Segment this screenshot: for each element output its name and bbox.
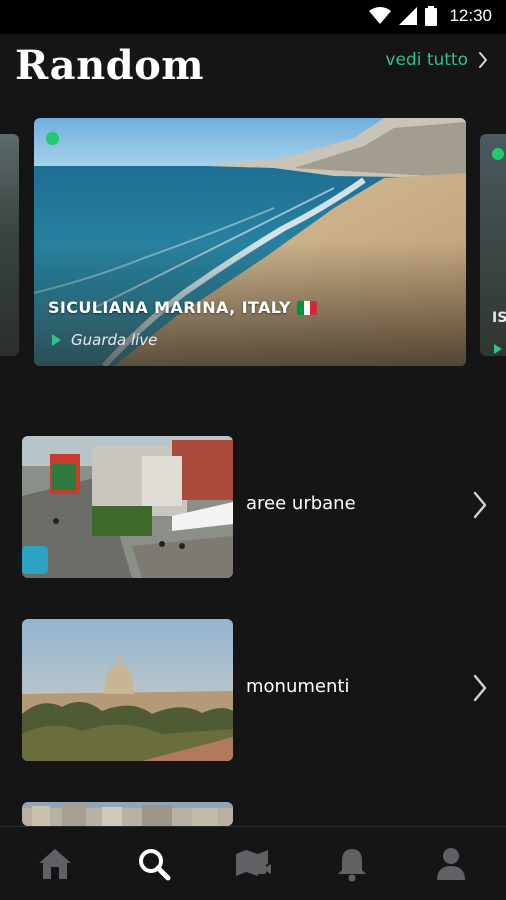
live-indicator <box>46 132 59 145</box>
header: Random vedi tutto <box>0 34 506 104</box>
featured-camera-card[interactable]: SICULIANA MARINA, ITALY Guarda live <box>34 118 466 366</box>
camera-location-title: SICULIANA MARINA, ITALY <box>48 298 291 317</box>
bell-icon <box>337 848 366 881</box>
category-label: aree urbane <box>246 493 356 514</box>
watch-live-button[interactable]: Guarda live <box>52 331 157 349</box>
category-thumbnail <box>22 436 233 578</box>
nav-home[interactable] <box>25 834 85 894</box>
category-thumbnail <box>22 619 233 761</box>
next-camera-title-peek: IS <box>492 310 506 326</box>
card-title-row: SICULIANA MARINA, ITALY <box>48 298 317 317</box>
previous-camera-card[interactable] <box>0 134 19 356</box>
chevron-right-icon <box>479 52 487 68</box>
category-partial[interactable] <box>22 802 492 826</box>
see-all-label: vedi tutto <box>385 50 468 70</box>
status-time: 12:30 <box>449 6 492 25</box>
beach-webcam-image <box>34 118 466 366</box>
play-icon <box>494 344 502 354</box>
chevron-right-icon <box>473 674 487 702</box>
nav-map[interactable] <box>223 834 283 894</box>
featured-carousel[interactable]: SICULIANA MARINA, ITALY Guarda live IS <box>0 118 506 368</box>
category-label: monumenti <box>246 676 350 697</box>
urban-street-image <box>22 436 233 578</box>
battery-icon <box>425 6 438 26</box>
status-bar: 12:30 <box>0 0 506 34</box>
monument-dome-image <box>22 619 233 761</box>
status-icons: 12:30 <box>369 6 492 26</box>
nav-search[interactable] <box>124 834 184 894</box>
wifi-icon <box>369 7 392 24</box>
person-icon <box>436 847 465 880</box>
page-title: Random <box>15 42 205 89</box>
cellular-signal-icon <box>399 7 418 25</box>
coastal-town-image <box>22 802 233 826</box>
nav-notifications[interactable] <box>322 834 382 894</box>
next-camera-card[interactable]: IS <box>480 134 506 356</box>
live-indicator <box>492 148 504 160</box>
map-camera-icon <box>235 849 271 876</box>
category-thumbnail <box>22 802 233 826</box>
bottom-navigation <box>0 826 506 900</box>
search-icon <box>139 848 171 880</box>
chevron-right-icon <box>473 491 487 519</box>
play-icon <box>52 334 61 346</box>
category-urban-areas[interactable]: aree urbane <box>22 436 492 578</box>
home-icon <box>39 848 72 879</box>
watch-live-label: Guarda live <box>71 331 158 349</box>
category-monuments[interactable]: monumenti <box>22 619 492 761</box>
see-all-link[interactable]: vedi tutto <box>385 50 488 70</box>
nav-profile[interactable] <box>421 834 481 894</box>
italy-flag-icon <box>296 300 317 315</box>
